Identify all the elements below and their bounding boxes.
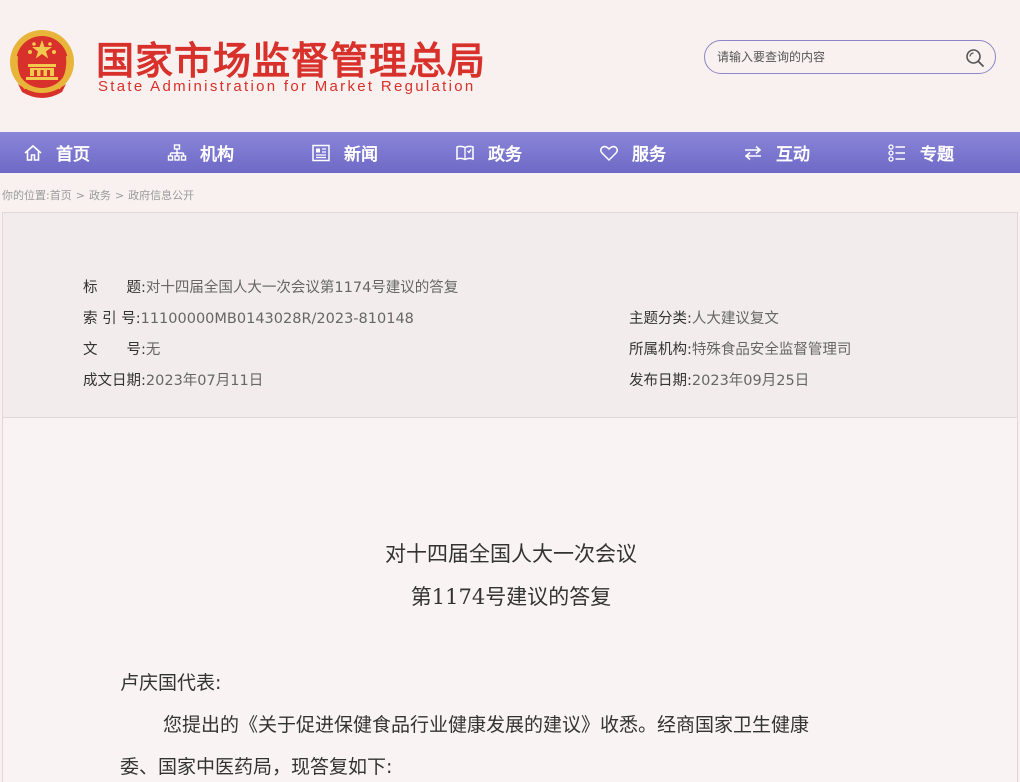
nav-item-label: 新闻	[344, 145, 378, 165]
article-title-line1: 对十四届全国人大一次会议	[385, 542, 637, 566]
site-subtitle: State Administration for Market Regulati…	[98, 78, 476, 95]
meta-created-row: 成文日期:2023年07月11日	[83, 369, 263, 390]
swap-arrows-icon	[742, 142, 764, 164]
meta-category-value: 人大建议复文	[691, 311, 779, 327]
breadcrumb-separator: >	[114, 189, 125, 202]
nav-item-home[interactable]: 首页	[0, 132, 144, 173]
meta-docno-label: 文 号:	[83, 342, 146, 358]
newspaper-icon	[310, 142, 332, 164]
nav-item-label: 专题	[920, 145, 954, 165]
nav-item-label: 互动	[776, 145, 810, 165]
search-box	[704, 40, 996, 74]
breadcrumb-link-gov[interactable]: 政务	[89, 189, 111, 202]
nav-item-label: 政务	[488, 145, 522, 165]
nav-item-news[interactable]: 新闻	[288, 132, 432, 173]
nav-item-topics[interactable]: 专题	[864, 132, 1008, 173]
main-nav: 首页 机构 新闻 政务 服务 互动 专题	[0, 132, 1020, 173]
nav-item-label: 首页	[56, 145, 90, 165]
meta-title-label: 标 题:	[83, 280, 146, 296]
meta-index-row: 索 引 号:11100000MB0143028R/2023-810148	[83, 307, 414, 328]
meta-category-label: 主题分类:	[629, 311, 692, 327]
heart-icon	[598, 142, 620, 164]
meta-org-label: 所属机构:	[629, 342, 692, 358]
national-emblem-icon[interactable]	[8, 26, 76, 102]
article-salutation: 卢庆国代表:	[120, 672, 222, 694]
nav-item-org[interactable]: 机构	[144, 132, 288, 173]
article-paragraph-line: 委、国家中医药局，现答复如下:	[120, 756, 393, 778]
home-icon	[22, 142, 44, 164]
article-body: 对十四届全国人大一次会议 第1174号建议的答复 卢庆国代表: 您提出的《关于促…	[2, 418, 1018, 782]
document-meta: 标 题:对十四届全国人大一次会议第1174号建议的答复 索 引 号:111000…	[2, 212, 1018, 418]
book-icon	[454, 142, 476, 164]
meta-category-row: 主题分类:人大建议复文	[629, 307, 779, 328]
meta-title-row: 标 题:对十四届全国人大一次会议第1174号建议的答复	[83, 276, 458, 297]
nav-item-service[interactable]: 服务	[576, 132, 720, 173]
nav-item-label: 服务	[632, 145, 666, 165]
breadcrumb-link-public-info[interactable]: 政府信息公开	[128, 189, 194, 202]
meta-index-label: 索 引 号:	[83, 311, 141, 327]
meta-org-value: 特殊食品安全监督管理司	[691, 342, 852, 358]
org-chart-icon	[166, 142, 188, 164]
search-icon[interactable]	[965, 48, 985, 68]
meta-published-row: 发布日期:2023年09月25日	[629, 369, 809, 390]
nav-item-interact[interactable]: 互动	[720, 132, 864, 173]
search-input[interactable]	[717, 48, 957, 66]
meta-index-value: 11100000MB0143028R/2023-810148	[140, 311, 414, 327]
nav-item-gov[interactable]: 政务	[432, 132, 576, 173]
site-header: 国家市场监督管理总局 State Administration for Mark…	[0, 0, 1020, 132]
breadcrumb: 你的位置:首页 > 政务 > 政府信息公开	[2, 187, 194, 203]
article-title-line2: 第1174号建议的答复	[410, 585, 612, 609]
meta-created-value: 2023年07月11日	[145, 373, 264, 389]
site-title[interactable]: 国家市场监督管理总局	[96, 30, 486, 85]
breadcrumb-prefix: 你的位置:	[2, 189, 50, 202]
breadcrumb-link-home[interactable]: 首页	[50, 189, 72, 202]
meta-org-row: 所属机构:特殊食品安全监督管理司	[629, 338, 851, 359]
breadcrumb-separator: >	[75, 189, 85, 202]
list-icon	[886, 142, 908, 164]
meta-published-value: 2023年09月25日	[691, 373, 810, 389]
meta-published-label: 发布日期:	[629, 373, 692, 389]
meta-created-label: 成文日期:	[83, 373, 146, 389]
meta-title-value: 对十四届全国人大一次会议第1174号建议的答复	[145, 280, 459, 296]
meta-docno-value: 无	[145, 342, 161, 358]
article-paragraph-line: 您提出的《关于促进保健食品行业健康发展的建议》收悉。经商国家卫生健康	[163, 714, 810, 736]
nav-item-label: 机构	[200, 145, 234, 165]
meta-docno-row: 文 号:无	[83, 338, 160, 359]
